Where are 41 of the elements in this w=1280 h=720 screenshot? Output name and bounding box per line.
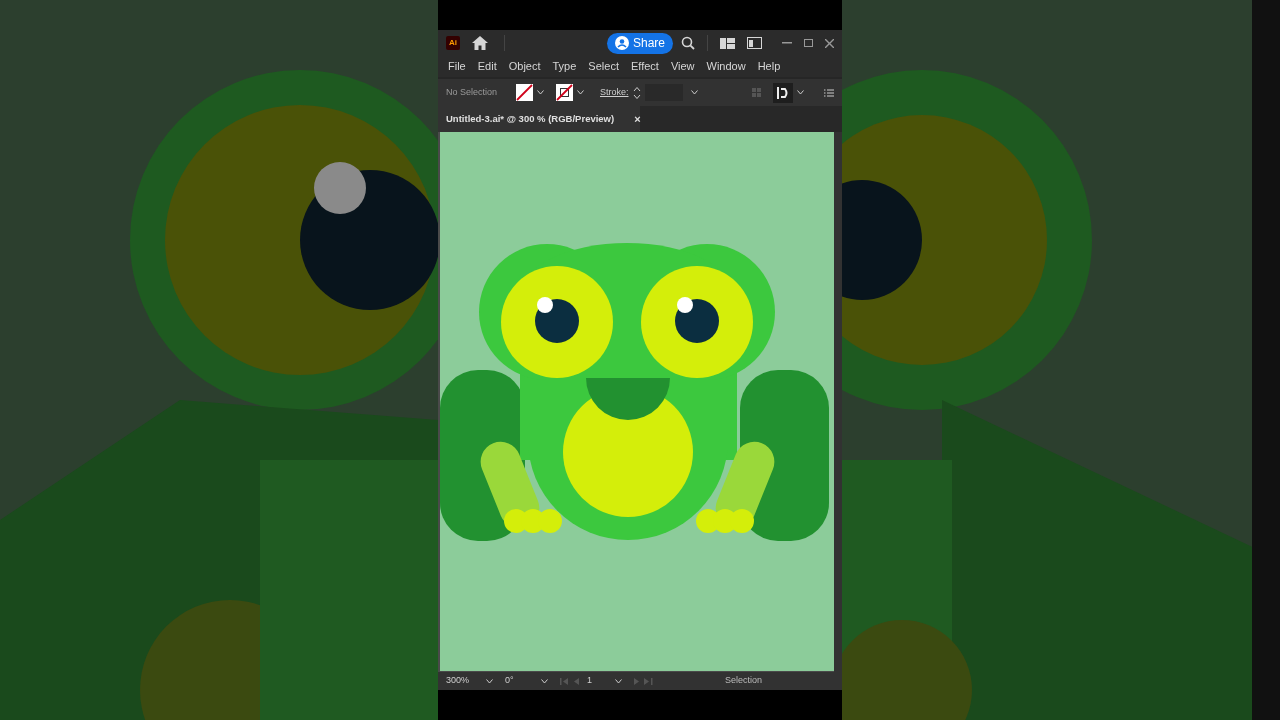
menu-item[interactable]: View bbox=[664, 58, 701, 75]
current-tool-label: Selection bbox=[725, 674, 763, 688]
close-icon[interactable] bbox=[825, 38, 834, 48]
stroke-label[interactable]: Stroke: bbox=[600, 85, 629, 100]
app-logo[interactable]: Ai bbox=[446, 36, 460, 50]
zoom-field[interactable]: 300% bbox=[442, 674, 486, 688]
scrollbar[interactable] bbox=[834, 132, 842, 672]
document-tab[interactable]: Untitled-3.ai* @ 300 % (RGB/Preview) × bbox=[438, 106, 640, 132]
menu-item[interactable]: Edit bbox=[471, 58, 503, 75]
artboard-field[interactable]: 1 bbox=[579, 674, 615, 688]
user-add-icon bbox=[614, 36, 629, 50]
caret-icon[interactable] bbox=[690, 90, 698, 95]
menu-item[interactable]: Effect bbox=[624, 58, 665, 75]
maximize-icon[interactable] bbox=[804, 39, 813, 47]
home-icon[interactable] bbox=[472, 36, 488, 50]
search-icon[interactable] bbox=[681, 36, 695, 50]
tab-close-button[interactable]: × bbox=[634, 110, 641, 128]
list-icon[interactable] bbox=[824, 88, 834, 97]
document-title: Untitled-3.ai* @ 300 % (RGB/Preview) bbox=[446, 111, 615, 126]
caret-icon[interactable] bbox=[541, 678, 548, 684]
caret-icon[interactable] bbox=[615, 678, 622, 684]
fill-swatch[interactable] bbox=[516, 84, 533, 101]
menu-item[interactable]: Window bbox=[700, 58, 752, 75]
selection-label: No Selection bbox=[446, 85, 499, 99]
share-button[interactable]: Share bbox=[606, 32, 673, 54]
stroke-swatch[interactable] bbox=[556, 84, 573, 101]
workspace-icon[interactable] bbox=[720, 37, 735, 49]
menu-item[interactable]: Type bbox=[546, 58, 583, 75]
stepper-icon[interactable] bbox=[632, 85, 641, 100]
menu-item[interactable]: Object bbox=[502, 58, 547, 75]
caret-icon[interactable] bbox=[797, 90, 804, 95]
caret-icon[interactable] bbox=[486, 678, 493, 684]
rotation-field[interactable]: 0° bbox=[493, 674, 537, 688]
align-icon bbox=[777, 86, 789, 99]
caret-icon[interactable] bbox=[577, 90, 584, 95]
menu-item[interactable]: File bbox=[442, 58, 472, 75]
menu-item[interactable]: Help bbox=[751, 58, 787, 75]
caret-icon[interactable] bbox=[537, 90, 544, 95]
panel-icon[interactable] bbox=[747, 37, 762, 49]
align-button[interactable] bbox=[773, 82, 793, 103]
menu-item[interactable]: Select bbox=[582, 58, 625, 75]
